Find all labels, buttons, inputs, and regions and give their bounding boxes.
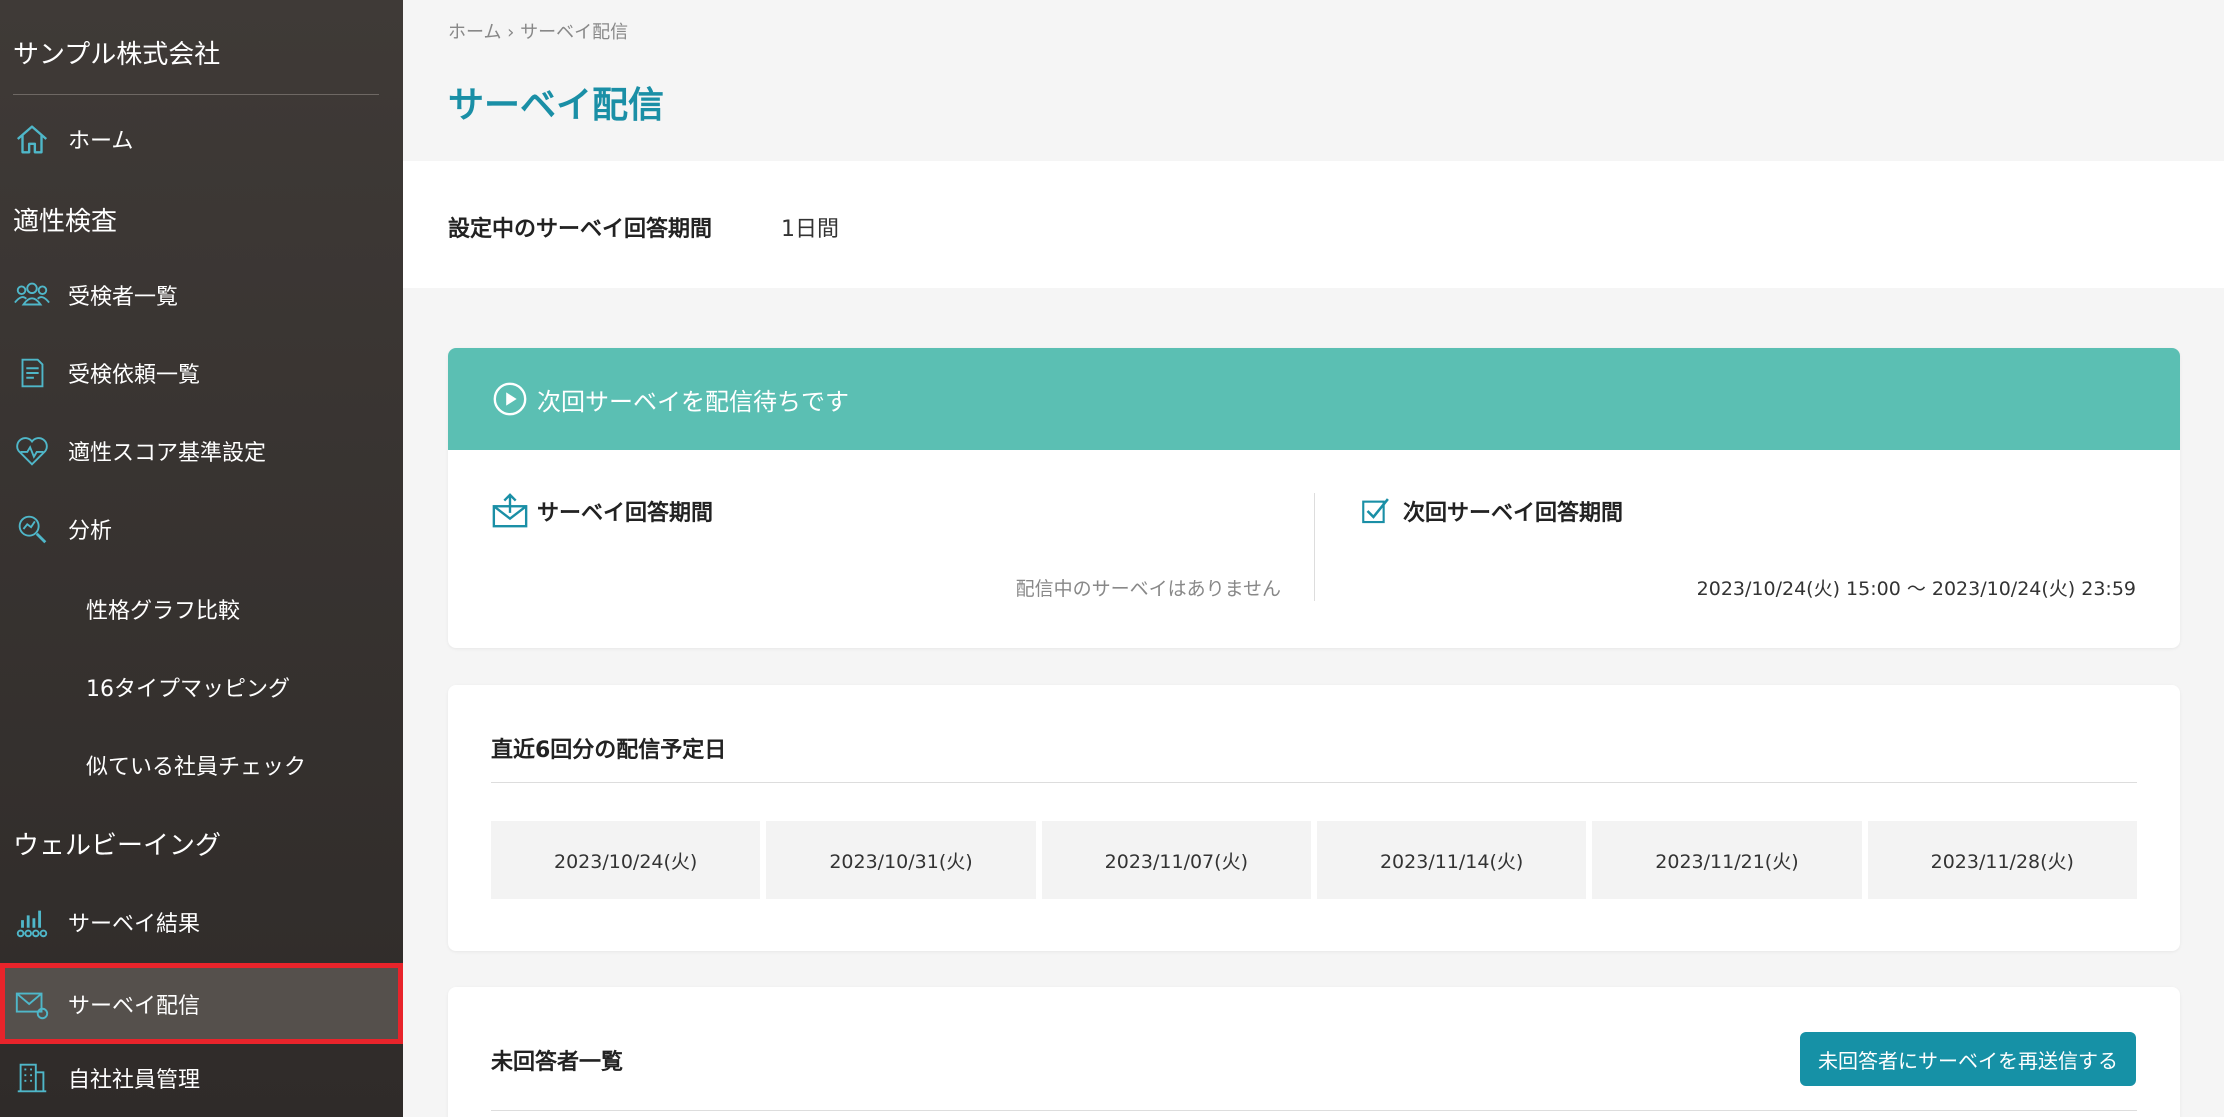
home-icon	[12, 119, 52, 159]
sidebar-item-requests[interactable]: 受検依頼一覧	[0, 334, 403, 412]
current-period-value: 配信中のサーベイはありません	[1015, 578, 1281, 600]
heart-pulse-icon	[12, 431, 52, 471]
schedule-date: 2023/11/21(火)	[1592, 821, 1862, 899]
sidebar-item-label: 適性スコア基準設定	[68, 441, 267, 466]
schedule-date: 2023/10/31(火)	[766, 821, 1036, 899]
schedule-date: 2023/10/24(火)	[491, 821, 761, 899]
status-banner: 次回サーベイを配信待ちです	[448, 348, 2180, 450]
schedule-date: 2023/11/14(火)	[1316, 821, 1587, 899]
checkbox-icon	[1357, 492, 1395, 530]
sidebar-subitem-16type-mapping[interactable]: 16タイプマッピング	[86, 671, 290, 703]
document-icon	[12, 353, 52, 393]
sidebar: サンプル株式会社 ホーム 適性検査 受検者一覧 受検依頼一覧 適性スコア基準設定…	[0, 0, 403, 1117]
page-title: サーベイ配信	[448, 85, 665, 126]
schedule-card: 直近6回分の配信予定日 2023/10/24(火) 2023/10/31(火) …	[448, 685, 2180, 951]
schedule-date: 2023/11/07(火)	[1041, 821, 1311, 899]
unanswered-title: 未回答者一覧	[491, 1050, 624, 1075]
schedule-dates: 2023/10/24(火) 2023/10/31(火) 2023/11/07(火…	[491, 821, 2137, 899]
next-period-panel: 次回サーベイ回答期間 2023/10/24(火) 15:00 ～ 2023/10…	[1315, 450, 2180, 648]
company-name: サンプル株式会社	[13, 40, 221, 70]
sidebar-item-analysis[interactable]: 分析	[0, 490, 403, 568]
next-period-title: 次回サーベイ回答期間	[1403, 501, 1624, 526]
sidebar-item-employee-mgmt[interactable]: 自社社員管理	[0, 1039, 403, 1117]
bar-chart-icon	[12, 902, 52, 942]
sidebar-item-home[interactable]: ホーム	[0, 100, 403, 178]
sidebar-subitem-similar-employee[interactable]: 似ている社員チェック	[86, 749, 306, 781]
sidebar-item-survey-delivery[interactable]: サーベイ配信	[0, 963, 403, 1044]
sidebar-item-label: 分析	[68, 519, 113, 544]
schedule-title: 直近6回分の配信予定日	[491, 738, 727, 763]
sidebar-item-label: ホーム	[68, 129, 134, 154]
sidebar-item-examinees[interactable]: 受検者一覧	[0, 256, 403, 334]
sidebar-item-survey-results[interactable]: サーベイ結果	[0, 883, 403, 961]
sidebar-item-label: 受検者一覧	[68, 285, 179, 310]
mail-upload-icon	[491, 492, 529, 530]
magnifier-chart-icon	[12, 509, 52, 549]
sidebar-subitem-personality-graph[interactable]: 性格グラフ比較	[86, 593, 240, 625]
survey-status-card: 次回サーベイを配信待ちです サーベイ回答期間 配信中のサーベイはありません 次回…	[448, 348, 2180, 648]
period-value: 1日間	[781, 217, 839, 242]
sidebar-item-score-settings[interactable]: 適性スコア基準設定	[0, 412, 403, 490]
period-label: 設定中のサーベイ回答期間	[448, 217, 713, 242]
resend-survey-button[interactable]: 未回答者にサーベイを再送信する	[1800, 1032, 2136, 1086]
breadcrumb[interactable]: ホーム › サーベイ配信	[448, 18, 628, 44]
section-aptitude: 適性検査	[13, 207, 118, 237]
survey-period-setting: 設定中のサーベイ回答期間 1日間	[403, 161, 2224, 288]
schedule-date: 2023/11/28(火)	[1867, 821, 2137, 899]
next-period-value: 2023/10/24(火) 15:00 ～ 2023/10/24(火) 23:5…	[1696, 578, 2136, 600]
users-icon	[12, 275, 52, 315]
status-banner-text: 次回サーベイを配信待ちです	[537, 387, 849, 416]
unanswered-card: 未回答者一覧 未回答者にサーベイを再送信する	[448, 987, 2180, 1117]
schedule-divider	[491, 782, 2137, 783]
current-period-panel: サーベイ回答期間 配信中のサーベイはありません	[448, 450, 1314, 648]
building-icon	[12, 1058, 52, 1098]
section-wellbeing: ウェルビーイング	[13, 831, 222, 861]
play-circle-icon	[493, 382, 527, 416]
unanswered-divider	[491, 1110, 2137, 1111]
main-content: ホーム › サーベイ配信 サーベイ配信 設定中のサーベイ回答期間 1日間 次回サ…	[403, 0, 2224, 1117]
sidebar-item-label: サーベイ結果	[68, 912, 201, 937]
sidebar-item-label: サーベイ配信	[68, 993, 201, 1019]
sidebar-item-label: 自社社員管理	[68, 1068, 201, 1093]
sidebar-item-label: 受検依頼一覧	[68, 363, 201, 388]
current-period-title: サーベイ回答期間	[537, 501, 714, 526]
sidebar-divider	[13, 94, 379, 95]
mail-gear-icon	[12, 984, 52, 1024]
